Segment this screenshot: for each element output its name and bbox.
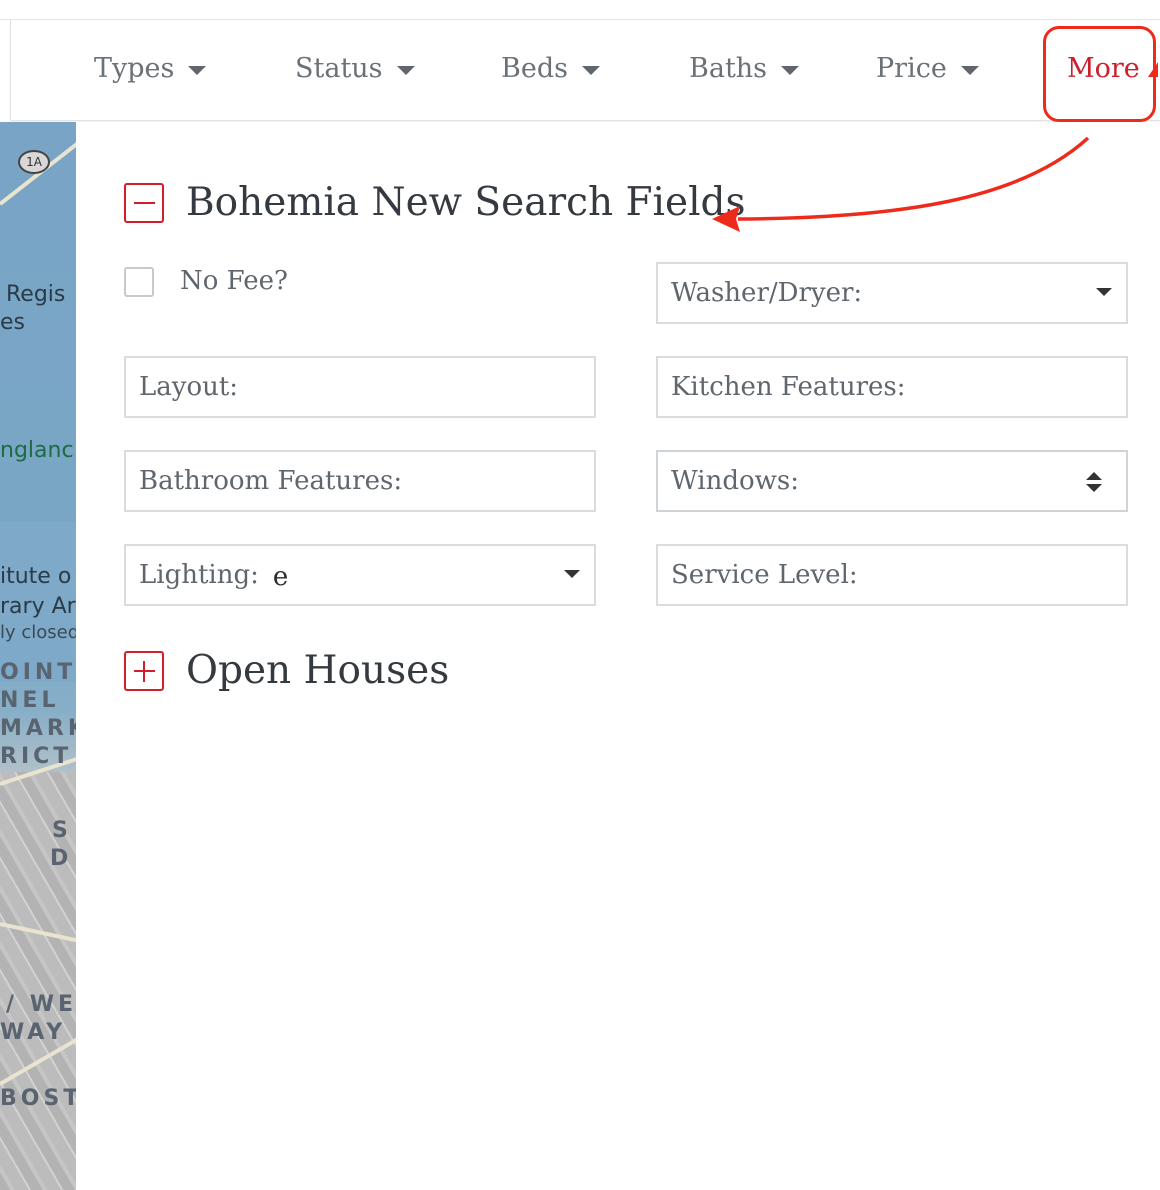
expand-plus-icon[interactable] — [124, 650, 164, 691]
map-label: ly closed — [0, 622, 76, 643]
chevron-down-icon — [188, 65, 207, 75]
filter-beds-dropdown[interactable]: Beds — [501, 53, 600, 84]
map-label: D — [50, 846, 73, 871]
map-label: rary Ar — [0, 594, 76, 619]
map-label: BOST — [0, 1086, 76, 1111]
map-label: nglanc — [0, 438, 74, 463]
windows-select[interactable]: Windows: — [656, 450, 1128, 512]
filter-label: Price — [876, 53, 947, 84]
filter-types-dropdown[interactable]: Types — [94, 53, 207, 84]
map-label: MARK — [0, 716, 76, 741]
map-label: OINT — [0, 660, 76, 685]
section-search-fields-header[interactable]: Bohemia New Search Fields — [124, 180, 746, 225]
map-label: WAY — [0, 1020, 67, 1045]
filter-label: Beds — [501, 53, 568, 84]
more-highlight-annotation — [1043, 26, 1156, 122]
section-title: Bohemia New Search Fields — [186, 180, 746, 225]
field-placeholder: Washer/Dryer: — [671, 278, 863, 308]
map-label: / WE — [6, 992, 76, 1017]
lighting-select[interactable]: Lighting: e — [124, 544, 596, 606]
filter-baths-dropdown[interactable]: Baths — [689, 53, 800, 84]
field-placeholder: Service Level: — [671, 560, 858, 590]
filter-label: Baths — [689, 53, 768, 84]
field-placeholder: Kitchen Features: — [671, 372, 906, 402]
highway-shield-icon: 1A — [18, 150, 50, 174]
chevron-down-icon — [960, 65, 979, 75]
kitchen-features-input[interactable]: Kitchen Features: — [656, 356, 1128, 418]
section-open-houses-header[interactable]: Open Houses — [124, 648, 449, 693]
chevron-down-icon — [581, 65, 600, 75]
filter-status-dropdown[interactable]: Status — [295, 53, 415, 84]
up-down-arrows-icon — [1086, 472, 1102, 494]
lighting-typed-value: e — [272, 562, 289, 592]
filter-label: Types — [94, 53, 175, 84]
bathroom-features-input[interactable]: Bathroom Features: — [124, 450, 596, 512]
field-placeholder: Layout: — [139, 372, 239, 402]
washer-dryer-select[interactable]: Washer/Dryer: — [656, 262, 1128, 324]
map-label: Regis — [6, 282, 66, 307]
no-fee-option[interactable]: No Fee? — [124, 266, 288, 297]
layout-input[interactable]: Layout: — [124, 356, 596, 418]
map-label: RICT — [0, 744, 73, 769]
no-fee-checkbox[interactable] — [124, 267, 154, 297]
chevron-down-icon — [564, 570, 580, 578]
collapse-minus-icon[interactable] — [124, 182, 164, 223]
filter-label: Status — [295, 53, 383, 84]
chevron-down-icon — [1096, 288, 1112, 296]
map-preview[interactable]: 1A Regis es nglanc itute o rary Ar ly cl… — [0, 122, 76, 1190]
chevron-down-icon — [396, 65, 415, 75]
map-label: NEL — [0, 688, 60, 713]
map-label: S — [52, 818, 72, 843]
filter-price-dropdown[interactable]: Price — [876, 53, 979, 84]
field-placeholder: Windows: — [671, 466, 799, 496]
map-label: itute o — [0, 564, 72, 589]
filter-bar: Types Status Beds Baths Price More — [10, 20, 1160, 122]
section-title: Open Houses — [186, 648, 450, 693]
service-level-input[interactable]: Service Level: — [656, 544, 1128, 606]
map-label: es — [0, 310, 25, 335]
field-placeholder: Bathroom Features: — [139, 466, 403, 496]
chevron-down-icon — [781, 65, 800, 75]
no-fee-label: No Fee? — [180, 266, 288, 296]
top-strip — [0, 0, 1160, 20]
field-placeholder: Lighting: — [139, 560, 259, 590]
